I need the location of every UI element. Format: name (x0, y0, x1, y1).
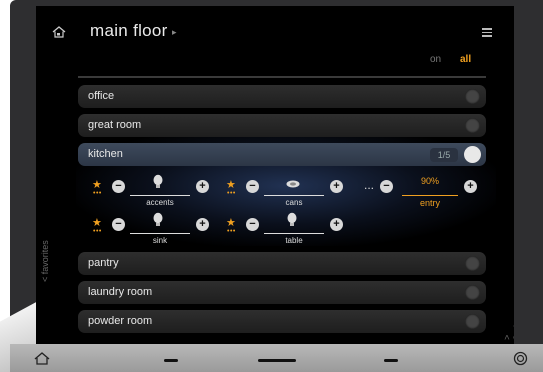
room-office[interactable]: office (78, 85, 486, 108)
level-line (264, 233, 324, 234)
level-line (264, 195, 324, 196)
hardware-bar (10, 344, 543, 372)
load-sink: ★ ••• − sink + (92, 212, 210, 245)
load-accents: ★ ••• − accents + (92, 174, 210, 207)
load-name: accents (146, 198, 174, 207)
can-light-icon (286, 180, 300, 188)
bulb-icon (153, 174, 163, 188)
chevron-right-icon[interactable]: ▸ (172, 27, 177, 38)
load-name: sink (152, 236, 168, 245)
next-floor-nav[interactable]: > 2nd floor (502, 323, 514, 340)
menu-icon[interactable] (482, 28, 492, 37)
room-powder-room[interactable]: powder room (78, 310, 486, 333)
increase-button[interactable]: + (196, 180, 209, 193)
room-label: office (88, 90, 115, 102)
increase-button[interactable]: + (196, 218, 209, 231)
room-pantry[interactable]: pantry (78, 252, 486, 275)
load-entry: ... − 90% entry + (360, 174, 478, 208)
level-line (130, 195, 190, 196)
increase-button[interactable]: + (330, 218, 343, 231)
more-icon[interactable]: ... (364, 178, 374, 192)
decrease-button[interactable]: − (112, 180, 125, 193)
decrease-button[interactable]: − (112, 218, 125, 231)
increase-button[interactable]: + (330, 180, 343, 193)
home-icon[interactable] (52, 26, 66, 38)
screen: main floor ▸ on all office great room ki… (36, 6, 514, 344)
sun-icon[interactable] (464, 146, 481, 163)
page-count-badge: 1/5 (430, 148, 458, 162)
room-power-icon[interactable] (465, 89, 480, 104)
room-power-icon[interactable] (465, 118, 480, 133)
room-label: great room (88, 119, 142, 131)
filter-all-toggle[interactable]: all (460, 54, 471, 65)
divider (78, 76, 486, 78)
room-label: kitchen (88, 148, 123, 160)
load-level: 90% (420, 176, 439, 186)
level-line (402, 195, 458, 196)
power-icon[interactable] (513, 351, 528, 366)
load-name: table (285, 236, 303, 245)
load-cans: ★ ••• − cans + (226, 174, 344, 207)
filter-on-toggle[interactable]: on (430, 54, 441, 65)
room-laundry-room[interactable]: laundry room (78, 281, 486, 304)
decrease-button[interactable]: − (246, 218, 259, 231)
home-icon[interactable] (34, 352, 50, 365)
increase-button[interactable]: + (464, 180, 477, 193)
room-label: powder room (88, 315, 153, 327)
page-title[interactable]: main floor (90, 21, 168, 41)
hardware-button-right[interactable] (384, 359, 398, 362)
decrease-button[interactable]: − (246, 180, 259, 193)
star-dots: ••• (227, 190, 236, 197)
room-great-room[interactable]: great room (78, 114, 486, 137)
star-dots: ••• (93, 228, 102, 235)
room-label: pantry (88, 257, 119, 269)
level-line (130, 233, 190, 234)
load-name: cans (285, 198, 303, 207)
star-dots: ••• (93, 190, 102, 197)
room-power-icon[interactable] (465, 285, 480, 300)
load-name: entry (419, 198, 440, 208)
room-label: laundry room (88, 286, 153, 298)
room-power-icon[interactable] (465, 256, 480, 271)
favorites-nav[interactable]: < favorites (40, 240, 50, 282)
hardware-button-center[interactable] (258, 359, 296, 362)
star-dots: ••• (227, 228, 236, 235)
bulb-icon (287, 212, 297, 226)
room-power-icon[interactable] (465, 314, 480, 329)
decrease-button[interactable]: − (380, 180, 393, 193)
load-table: ★ ••• − table + (226, 212, 344, 245)
bulb-icon (153, 212, 163, 226)
room-kitchen[interactable]: kitchen 1/5 (78, 143, 486, 166)
hardware-button-left[interactable] (164, 359, 178, 362)
header: main floor ▸ on all (36, 6, 514, 76)
